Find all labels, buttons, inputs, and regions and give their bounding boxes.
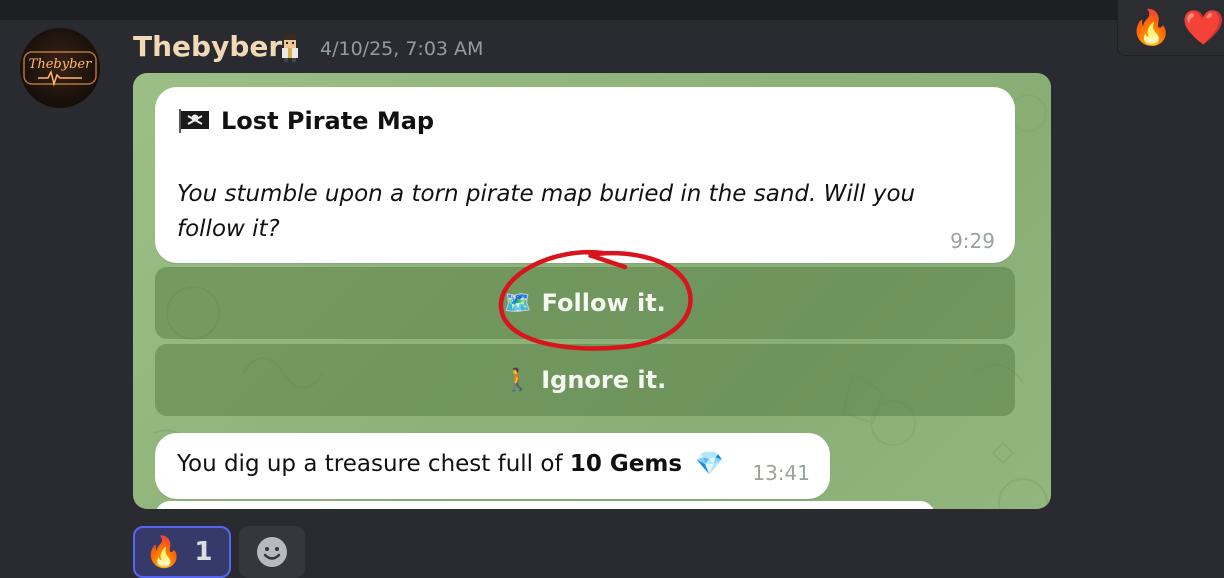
heart-reaction-button[interactable]: ❤️ xyxy=(1182,11,1224,45)
avatar[interactable]: Thebyber xyxy=(20,28,100,108)
fire-reaction[interactable]: 🔥 1 xyxy=(133,526,231,578)
ignore-it-label: Ignore it. xyxy=(541,366,667,394)
event-message-bubble: Lost Pirate Map You stumble upon a torn … xyxy=(155,87,1015,263)
event-description: You stumble upon a torn pirate map burie… xyxy=(177,181,916,242)
next-message-bubble xyxy=(155,501,935,509)
walking-person-icon: 🚶 xyxy=(503,367,532,393)
result-text: You dig up a treasure chest full of 10 G… xyxy=(177,451,724,477)
fire-icon: 🔥 xyxy=(145,534,183,570)
avatar-logo: Thebyber xyxy=(23,51,97,87)
result-time: 13:41 xyxy=(752,461,810,485)
event-time: 9:29 xyxy=(950,229,995,253)
fire-reaction-button[interactable]: 🔥 xyxy=(1130,11,1172,45)
reaction-count: 1 xyxy=(194,537,213,567)
event-title-row: Lost Pirate Map xyxy=(177,107,434,135)
event-title: Lost Pirate Map xyxy=(221,107,435,135)
screenshot-attachment[interactable]: Lost Pirate Map You stumble upon a torn … xyxy=(133,73,1051,509)
pirate-flag-icon xyxy=(179,109,209,133)
svg-text:Thebyber: Thebyber xyxy=(29,57,92,72)
username[interactable]: Thebyber xyxy=(133,30,282,63)
red-circle-annotation xyxy=(498,249,693,351)
smiley-icon xyxy=(257,537,287,567)
pixel-character-badge-icon xyxy=(282,34,298,62)
message-timestamp: 4/10/25, 7:03 AM xyxy=(320,38,484,60)
result-message-bubble: You dig up a treasure chest full of 10 G… xyxy=(155,433,830,499)
top-bar xyxy=(0,0,1224,20)
gem-icon: 💎 xyxy=(695,451,724,477)
reactions-bar: 🔥 1 xyxy=(133,526,305,578)
add-reaction-button[interactable] xyxy=(239,526,305,578)
message-hover-toolbar: 🔥 ❤️ xyxy=(1117,0,1224,56)
